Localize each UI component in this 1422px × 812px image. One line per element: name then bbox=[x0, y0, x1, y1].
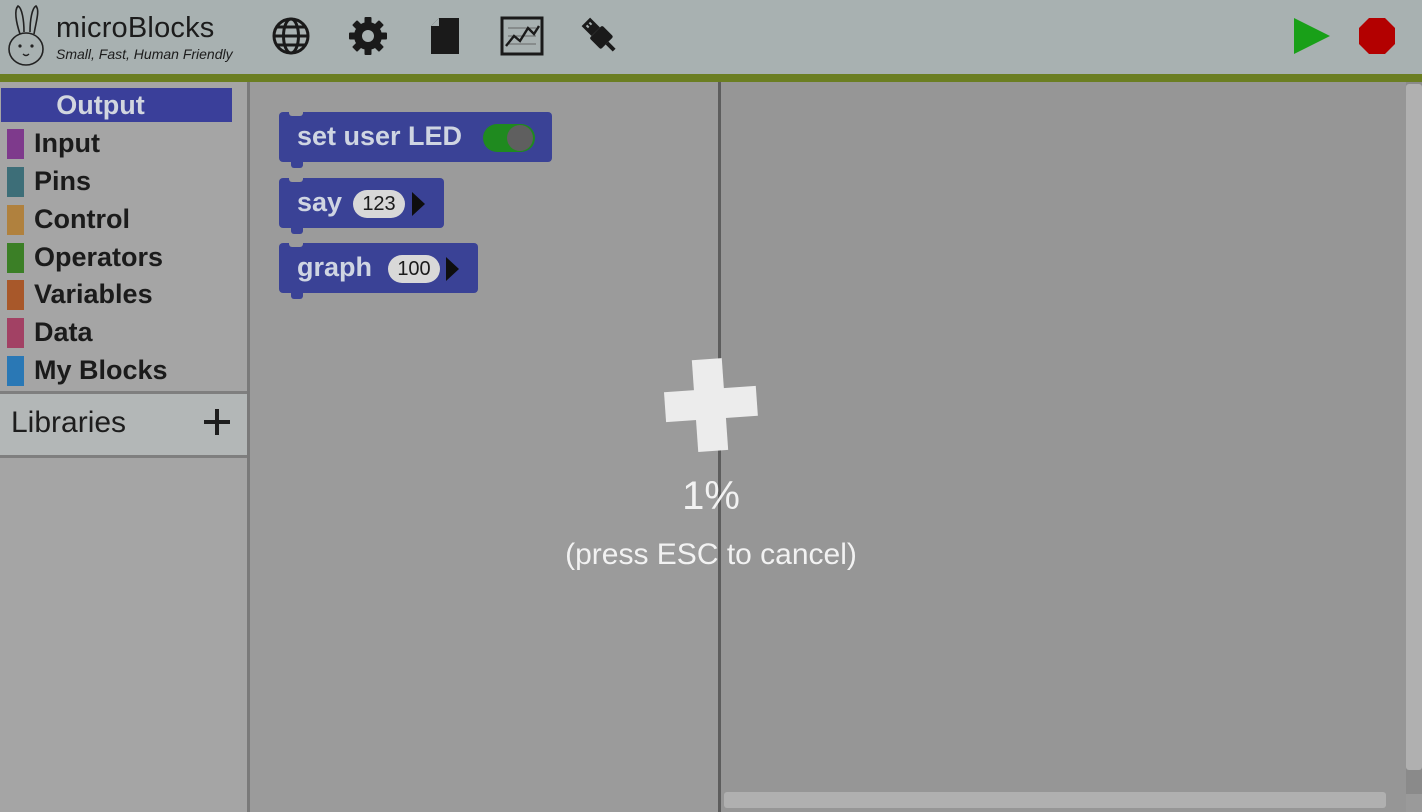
graph-value-input[interactable]: 100 bbox=[388, 255, 440, 283]
category-label: Pins bbox=[34, 166, 92, 196]
category-color-swatch bbox=[7, 129, 24, 159]
expand-arrow-icon[interactable] bbox=[446, 257, 459, 281]
toolbar-divider bbox=[0, 74, 1422, 82]
category-label: My Blocks bbox=[34, 355, 168, 385]
block-say[interactable]: say 123 bbox=[279, 177, 444, 234]
category-label: Operators bbox=[34, 242, 164, 272]
category-label: Variables bbox=[34, 279, 153, 309]
category-separator bbox=[0, 455, 247, 458]
say-value-input[interactable]: 123 bbox=[353, 190, 405, 218]
category-color-swatch bbox=[7, 205, 24, 235]
libraries-header[interactable]: Libraries bbox=[0, 394, 247, 455]
gear-icon[interactable] bbox=[346, 14, 390, 58]
scripting-area[interactable] bbox=[721, 82, 1406, 812]
led-toggle[interactable] bbox=[483, 124, 535, 152]
category-operators[interactable]: Operators bbox=[0, 239, 247, 275]
category-label: Data bbox=[34, 317, 93, 347]
top-toolbar: microBlocks Small, Fast, Human Friendly bbox=[0, 0, 1422, 74]
app-title: microBlocks bbox=[56, 12, 215, 44]
category-my-blocks[interactable]: My Blocks bbox=[0, 352, 247, 388]
stop-icon[interactable] bbox=[1355, 14, 1399, 58]
category-label: Input bbox=[34, 128, 100, 158]
plus-icon[interactable] bbox=[200, 404, 234, 438]
category-pins[interactable]: Pins bbox=[0, 163, 247, 199]
cancel-hint: (press ESC to cancel) bbox=[565, 538, 857, 571]
category-color-swatch bbox=[7, 280, 24, 310]
block-label: set user LED bbox=[297, 121, 463, 151]
file-icon[interactable] bbox=[423, 14, 467, 58]
libraries-label: Libraries bbox=[11, 406, 127, 439]
category-color-swatch bbox=[7, 356, 24, 386]
progress-percent: 1% bbox=[682, 474, 740, 518]
horizontal-scrollbar[interactable] bbox=[724, 792, 1386, 808]
block-label: graph bbox=[297, 252, 373, 282]
toggle-knob bbox=[507, 125, 533, 151]
bunny-logo-icon bbox=[6, 4, 50, 68]
category-variables[interactable]: Variables bbox=[0, 276, 247, 312]
category-label: Output bbox=[56, 90, 145, 120]
app-subtitle: Small, Fast, Human Friendly bbox=[56, 46, 233, 62]
block-label: say bbox=[297, 187, 343, 217]
globe-icon[interactable] bbox=[269, 14, 313, 58]
category-control[interactable]: Control bbox=[0, 201, 247, 237]
plus-icon bbox=[659, 353, 764, 458]
block-set-user-led[interactable]: set user LED bbox=[279, 111, 552, 168]
graph-icon[interactable] bbox=[500, 14, 544, 58]
usb-icon[interactable] bbox=[578, 14, 622, 58]
category-color-swatch bbox=[7, 318, 24, 348]
category-input[interactable]: Input bbox=[0, 125, 247, 161]
category-color-swatch bbox=[7, 167, 24, 197]
vertical-scrollbar[interactable] bbox=[1406, 84, 1422, 770]
block-graph[interactable]: graph 100 bbox=[279, 242, 478, 299]
category-label: Control bbox=[34, 204, 130, 234]
category-color-swatch bbox=[7, 243, 24, 273]
category-output[interactable]: Output bbox=[1, 88, 232, 122]
category-data[interactable]: Data bbox=[0, 314, 247, 350]
play-icon[interactable] bbox=[1289, 14, 1333, 58]
expand-arrow-icon[interactable] bbox=[412, 192, 425, 216]
